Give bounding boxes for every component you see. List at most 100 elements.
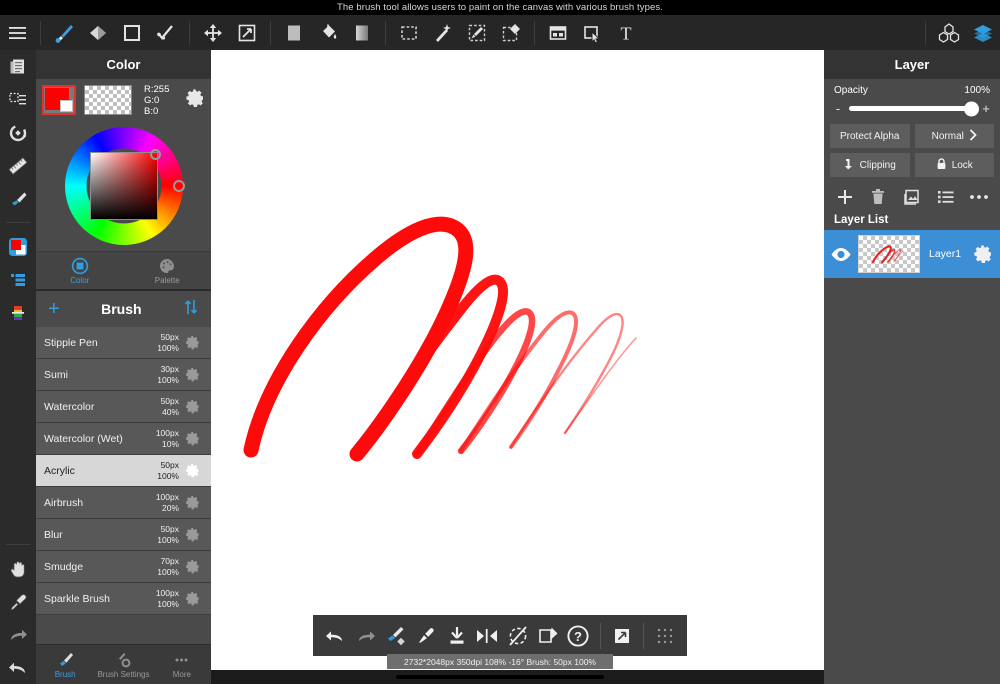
brush-list-item[interactable]: Sparkle Brush100px100% bbox=[36, 583, 211, 615]
brush-list-item[interactable]: Sumi30px100% bbox=[36, 359, 211, 391]
brush-list-item[interactable]: Watercolor50px40% bbox=[36, 391, 211, 423]
select-button[interactable] bbox=[534, 615, 562, 656]
fill-tool-icon[interactable] bbox=[277, 15, 311, 50]
gradient-tool-icon[interactable] bbox=[345, 15, 379, 50]
smudge-tool-icon[interactable] bbox=[149, 15, 183, 50]
brush-settings-gear-icon[interactable] bbox=[179, 591, 205, 606]
tab-palette[interactable]: Palette bbox=[124, 252, 212, 289]
add-layer-button[interactable] bbox=[832, 184, 858, 210]
select-rect-icon[interactable] bbox=[392, 15, 426, 50]
brush-tool-icon[interactable] bbox=[47, 15, 81, 50]
tab-color[interactable]: Color bbox=[36, 252, 124, 289]
opacity-slider[interactable] bbox=[849, 106, 975, 111]
brush-list-item[interactable]: Acrylic50px100% bbox=[36, 455, 211, 487]
bucket-tool-icon[interactable] bbox=[311, 15, 345, 50]
move-tool-icon[interactable] bbox=[196, 15, 230, 50]
layers-icon[interactable] bbox=[966, 15, 1000, 50]
footer-brush-label: Brush bbox=[55, 670, 76, 679]
eraser-tool-icon[interactable] bbox=[81, 15, 115, 50]
gear-icon[interactable] bbox=[185, 88, 205, 113]
brush-values: 50px100% bbox=[141, 460, 179, 482]
tab-color-label: Color bbox=[70, 276, 89, 285]
undo-icon[interactable] bbox=[0, 651, 36, 684]
hue-marker-icon[interactable] bbox=[173, 180, 185, 192]
shape-tool-icon[interactable] bbox=[115, 15, 149, 50]
opacity-decrease-button[interactable]: - bbox=[834, 101, 842, 116]
clipping-button[interactable]: Clipping bbox=[830, 153, 910, 177]
blend-mode-button[interactable]: Normal bbox=[915, 124, 995, 148]
selection-icon[interactable] bbox=[0, 83, 36, 116]
layer-list-title: Layer List bbox=[824, 212, 1000, 230]
text-tool-icon[interactable]: T bbox=[609, 15, 643, 50]
layer-panel-icon[interactable] bbox=[0, 263, 36, 296]
canvas[interactable] bbox=[211, 50, 824, 670]
footer-brush-button[interactable]: Brush bbox=[36, 645, 94, 684]
ruler-icon[interactable] bbox=[0, 149, 36, 182]
eyedropper-icon[interactable] bbox=[0, 585, 36, 618]
brush-settings-gear-icon[interactable] bbox=[179, 495, 205, 510]
layer-more-icon[interactable] bbox=[966, 184, 992, 210]
brush-list-item[interactable]: Watercolor (Wet)100px10% bbox=[36, 423, 211, 455]
sort-arrows-icon[interactable] bbox=[183, 298, 199, 321]
opacity-slider-knob[interactable] bbox=[964, 101, 979, 116]
lock-button[interactable]: Lock bbox=[915, 153, 995, 177]
redo-icon[interactable] bbox=[0, 618, 36, 651]
foreground-color-swatch[interactable] bbox=[42, 85, 76, 115]
brush-panel-icon[interactable] bbox=[0, 182, 36, 215]
flip-button[interactable] bbox=[473, 615, 501, 656]
grip-handle[interactable] bbox=[651, 615, 679, 656]
transparency-swatch[interactable] bbox=[84, 85, 132, 115]
brush-settings-gear-icon[interactable] bbox=[179, 399, 205, 414]
brush-list-item[interactable]: Airbrush100px20% bbox=[36, 487, 211, 519]
footer-brush-settings-button[interactable]: Brush Settings bbox=[94, 645, 152, 684]
palette-panel-icon[interactable] bbox=[0, 296, 36, 329]
redo-button[interactable] bbox=[351, 615, 379, 656]
brush-list-item[interactable]: Blur50px100% bbox=[36, 519, 211, 551]
object-select-icon[interactable] bbox=[575, 15, 609, 50]
opacity-increase-button[interactable]: + bbox=[982, 101, 990, 116]
add-brush-button[interactable]: + bbox=[48, 299, 60, 319]
brush-settings-gear-icon[interactable] bbox=[179, 559, 205, 574]
clear-button[interactable] bbox=[503, 615, 531, 656]
brush-list-item[interactable]: Smudge70px100% bbox=[36, 551, 211, 583]
brush-settings-gear-icon[interactable] bbox=[179, 463, 205, 478]
select-eraser-icon[interactable] bbox=[494, 15, 528, 50]
brush-settings-gear-icon[interactable] bbox=[179, 431, 205, 446]
eyedropper-button[interactable] bbox=[412, 615, 440, 656]
magic-wand-icon[interactable] bbox=[426, 15, 460, 50]
duplicate-icon[interactable] bbox=[899, 184, 925, 210]
pages-icon[interactable] bbox=[0, 50, 36, 83]
tab-palette-label: Palette bbox=[155, 276, 180, 285]
select-brush-icon[interactable] bbox=[460, 15, 494, 50]
hand-tool-icon[interactable] bbox=[0, 552, 36, 585]
footer-more-button[interactable]: More bbox=[153, 645, 211, 684]
brush-list-item[interactable]: Stipple Pen50px100% bbox=[36, 327, 211, 359]
materials-icon[interactable] bbox=[932, 15, 966, 50]
transform-tool-icon[interactable] bbox=[230, 15, 264, 50]
brush-eraser-toggle-button[interactable] bbox=[382, 615, 410, 656]
help-button[interactable]: ? bbox=[564, 615, 592, 656]
brush-settings-icon bbox=[114, 651, 133, 669]
protect-alpha-button[interactable]: Protect Alpha bbox=[830, 124, 910, 148]
canvas-icon[interactable] bbox=[541, 15, 575, 50]
eye-icon[interactable] bbox=[824, 247, 858, 262]
brush-settings-gear-icon[interactable] bbox=[179, 527, 205, 542]
layer-row[interactable]: Layer1 bbox=[824, 230, 1000, 278]
color-wheel[interactable] bbox=[65, 127, 183, 245]
brush-settings-gear-icon[interactable] bbox=[179, 335, 205, 350]
fullscreen-button[interactable] bbox=[607, 615, 635, 656]
rotate-icon[interactable] bbox=[0, 116, 36, 149]
brush-settings-gear-icon[interactable] bbox=[179, 367, 205, 382]
brush-list[interactable]: Stipple Pen50px100%Sumi30px100%Watercolo… bbox=[36, 327, 211, 644]
layer-settings-gear-icon[interactable] bbox=[966, 244, 1000, 264]
undo-button[interactable] bbox=[321, 615, 349, 656]
saturation-value-square[interactable] bbox=[90, 152, 158, 220]
color-panel-icon[interactable] bbox=[0, 230, 36, 263]
brush-size: 100px bbox=[141, 492, 179, 503]
sv-marker-icon[interactable] bbox=[150, 149, 161, 160]
menu-icon[interactable] bbox=[0, 15, 34, 50]
save-button[interactable] bbox=[443, 615, 471, 656]
list-icon[interactable] bbox=[933, 184, 959, 210]
brush-size: 30px bbox=[141, 364, 179, 375]
trash-icon[interactable] bbox=[865, 184, 891, 210]
